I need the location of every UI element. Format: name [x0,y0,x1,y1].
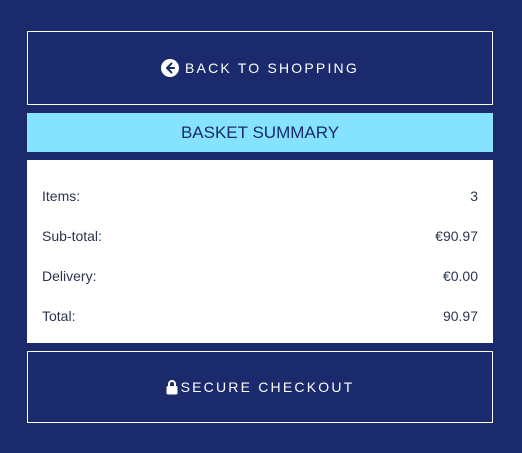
summary-row-delivery: Delivery: €0.00 [42,266,478,286]
summary-row-label: Delivery: [42,268,97,284]
basket-summary-panel: Items: 3 Sub-total: €90.97 Delivery: €0.… [27,160,493,343]
summary-row-total: Total: 90.97 [42,306,478,326]
summary-row-value: 90.97 [442,308,478,324]
secure-checkout-label: SECURE CHECKOUT [180,379,355,395]
summary-row-label: Sub-total: [42,228,102,244]
summary-row-value: €90.97 [435,228,478,244]
summary-row-value: 3 [470,188,478,204]
summary-row-items: Items: 3 [42,186,478,206]
secure-checkout-button[interactable]: SECURE CHECKOUT [27,351,493,423]
arrow-left-circle-icon [161,59,180,77]
summary-row-label: Total: [42,308,76,324]
back-to-shopping-button[interactable]: BACK TO SHOPPING [27,31,493,105]
summary-row-label: Items: [42,188,81,204]
summary-row-subtotal: Sub-total: €90.97 [42,226,478,246]
back-to-shopping-label: BACK TO SHOPPING [185,60,359,76]
summary-row-value: €0.00 [442,268,478,284]
lock-icon [166,379,178,395]
basket-summary-title: BASKET SUMMARY [27,113,493,152]
